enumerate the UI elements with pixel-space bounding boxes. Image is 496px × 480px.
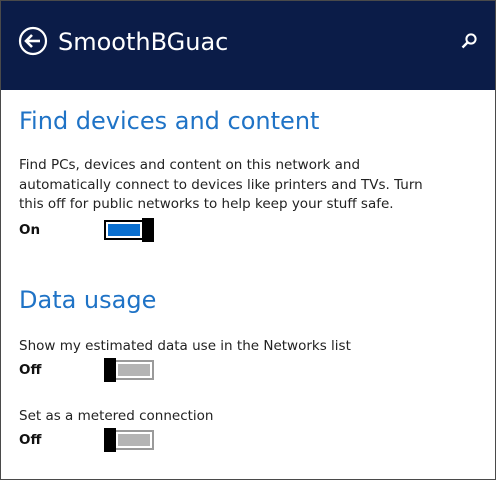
metered-connection-label: Set as a metered connection [19,408,214,424]
estimated-data-use-label: Show my estimated data use in the Networ… [19,338,351,354]
toggle-thumb [142,218,154,242]
find-devices-description: Find PCs, devices and content on this ne… [19,157,423,212]
find-devices-state: On [19,222,41,238]
estimated-data-use-state: Off [19,362,42,378]
toggle-track [108,224,140,236]
back-button[interactable] [18,26,48,56]
toggle-thumb [104,428,116,452]
search-button[interactable] [459,31,479,51]
data-usage-heading: Data usage [19,286,157,314]
find-devices-heading: Find devices and content [19,107,320,135]
find-devices-toggle[interactable] [104,218,154,242]
back-arrow-icon [18,26,48,56]
toggle-track [118,364,150,376]
estimated-data-use-toggle[interactable] [104,358,154,382]
app-title: SmoothBGuac [58,28,229,56]
settings-window: SmoothBGuac Find devices and content Fin… [0,0,496,480]
search-icon [461,33,477,49]
app-header: SmoothBGuac [1,1,495,90]
metered-connection-state: Off [19,432,42,448]
toggle-track [118,434,150,446]
metered-connection-toggle[interactable] [104,428,154,452]
toggle-thumb [104,358,116,382]
